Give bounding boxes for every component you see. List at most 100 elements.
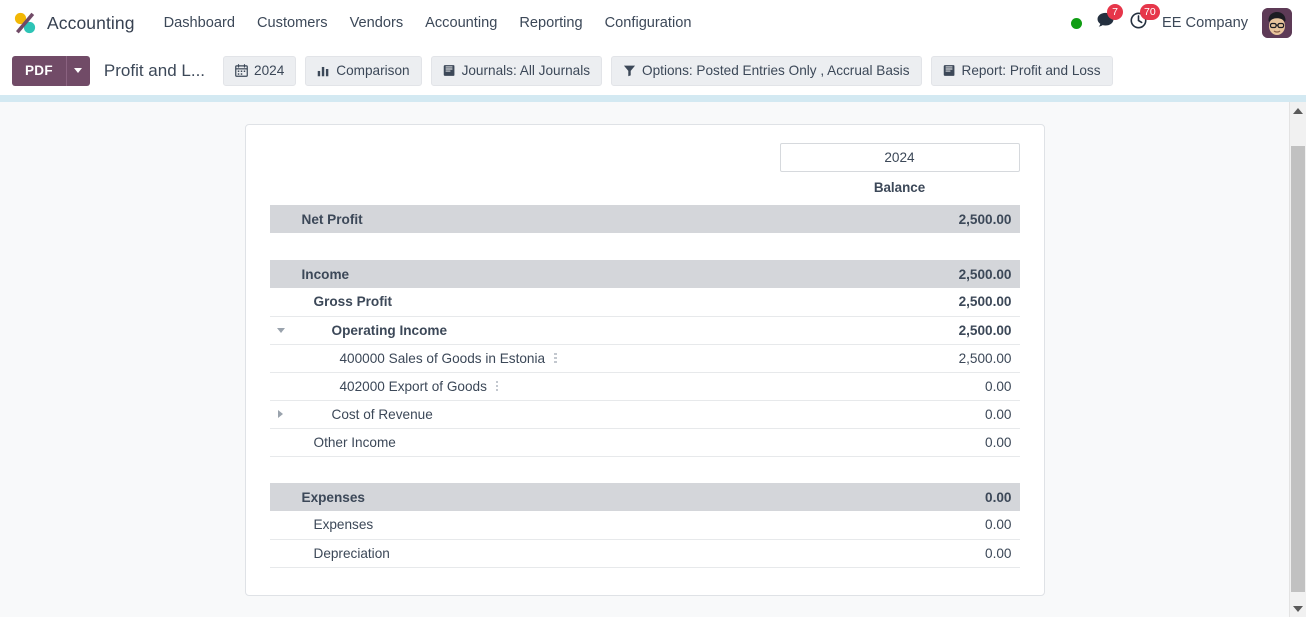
table-spacer-row (269, 233, 1020, 260)
table-head: 2024 Balance (270, 143, 1020, 205)
row-label-wrap: 402000 Export of Goods (270, 379, 780, 394)
empty-corner-cell-2 (270, 172, 780, 205)
options-filter-button[interactable]: Options: Posted Entries Only , Accrual B… (611, 55, 922, 86)
page-title: Profit and L... (103, 60, 206, 80)
row-label: Gross Profit (313, 294, 393, 310)
pdf-export-button[interactable]: PDF (12, 55, 66, 86)
row-label: Net Profit (301, 211, 363, 227)
row-balance-value: 0.00 (779, 400, 1020, 429)
scroll-down-arrow-icon[interactable] (1290, 600, 1306, 617)
row-label-cell: Depreciation (269, 539, 780, 568)
journals-filter-label: Journals: All Journals (461, 63, 591, 78)
row-label-wrap: Cost of Revenue (270, 407, 780, 422)
row-balance-value: 0.00 (779, 372, 1020, 401)
row-label-wrap: Other Income (270, 435, 780, 450)
journals-filter-button[interactable]: Journals: All Journals (430, 55, 603, 86)
date-filter-button[interactable]: 2024 (223, 55, 297, 86)
row-toggle-collapsed (270, 410, 292, 418)
table-row[interactable]: Cost of Revenue 0.00 (269, 400, 1020, 429)
row-label-cell: Net Profit (269, 205, 780, 233)
table-row[interactable]: Gross Profit 2,500.00 (269, 288, 1020, 317)
row-label: Expenses (313, 517, 374, 533)
period-header-cell: 2024 (779, 143, 1020, 172)
navbar-right-tools: 7 70 EE Company (1071, 4, 1294, 38)
comparison-filter-button[interactable]: Comparison (305, 55, 422, 86)
row-balance-value: 2,500.00 (779, 316, 1020, 345)
vertical-scrollbar[interactable] (1289, 102, 1306, 617)
menu-item-dashboard[interactable]: Dashboard (153, 9, 246, 37)
menu-item-configuration[interactable]: Configuration (594, 9, 703, 37)
table-row[interactable]: 402000 Export of Goods 0.00 (269, 372, 1020, 401)
row-toggle-expanded (270, 327, 292, 333)
filter-bar: 2024 Comparison Journals: All Journals O… (223, 55, 1113, 86)
scrollbar-track[interactable] (1290, 119, 1306, 600)
table-row[interactable]: Expenses 0.00 (269, 483, 1020, 511)
row-label-cell: Other Income (269, 428, 780, 457)
row-label-wrap: Expenses (270, 517, 780, 532)
pdf-export-group: PDF (12, 55, 90, 86)
balance-column-header: Balance (873, 180, 926, 195)
odoo-logo-icon[interactable] (12, 10, 38, 36)
row-label: Expenses (301, 489, 365, 505)
row-label-wrap: Gross Profit (270, 294, 780, 309)
row-label-wrap: Expenses (270, 490, 780, 505)
table-spacer-row (269, 456, 1020, 483)
row-label-cell: 400000 Sales of Goods in Estonia (269, 344, 780, 373)
row-balance-value: 2,500.00 (779, 260, 1020, 288)
activities-button[interactable]: 70 (1129, 4, 1160, 35)
company-switcher[interactable]: EE Company (1162, 15, 1248, 31)
date-filter-label: 2024 (254, 63, 285, 78)
scroll-up-arrow-icon[interactable] (1290, 102, 1306, 119)
row-label: Cost of Revenue (331, 406, 433, 422)
row-label: Other Income (313, 434, 396, 450)
menu-item-vendors[interactable]: Vendors (339, 9, 415, 37)
period-header-row: 2024 (270, 143, 1020, 172)
column-header-row: Balance (270, 172, 1020, 205)
brand-block[interactable]: Accounting (12, 10, 153, 36)
comparison-filter-label: Comparison (336, 63, 410, 78)
online-status-dot (1071, 17, 1083, 29)
row-label-wrap: Net Profit (270, 212, 780, 227)
table-row[interactable]: Net Profit 2,500.00 (269, 205, 1020, 233)
content-area: 2024 Balance Net Profit 2,500.00 Income 2,5… (0, 102, 1306, 617)
caret-right-icon[interactable] (278, 410, 283, 418)
row-label-wrap: Depreciation (270, 546, 780, 561)
book-icon (943, 64, 956, 77)
menu-item-accounting[interactable]: Accounting (414, 9, 508, 37)
activities-badge: 70 (1140, 4, 1160, 20)
table-row[interactable]: Income 2,500.00 (269, 260, 1020, 288)
row-label: 400000 Sales of Goods in Estonia (339, 350, 546, 366)
report-filter-button[interactable]: Report: Profit and Loss (930, 55, 1113, 86)
table-row[interactable]: Other Income 0.00 (269, 428, 1020, 457)
row-options-icon[interactable] (495, 380, 499, 392)
control-panel: PDF Profit and L... 2024 Comparison Jour… (0, 46, 1306, 95)
caret-down-icon[interactable] (276, 327, 285, 333)
period-selector[interactable]: 2024 (779, 143, 1020, 172)
table-row[interactable]: Expenses 0.00 (269, 511, 1020, 540)
empty-corner-cell (270, 143, 780, 172)
brand-name: Accounting (47, 12, 135, 33)
table-row[interactable]: 400000 Sales of Goods in Estonia 2,500.00 (269, 344, 1020, 373)
pdf-export-dropdown-button[interactable] (65, 55, 90, 86)
row-label-cell: Income (269, 260, 780, 288)
row-label-cell: Gross Profit (269, 288, 780, 317)
row-label-cell: Expenses (269, 511, 780, 540)
row-label: Operating Income (331, 322, 448, 338)
menu-item-reporting[interactable]: Reporting (508, 9, 593, 37)
row-balance-value: 0.00 (779, 428, 1020, 457)
row-options-icon[interactable] (554, 352, 557, 364)
menu-item-customers[interactable]: Customers (246, 9, 339, 37)
table-row[interactable]: Operating Income 2,500.00 (269, 316, 1020, 345)
spacer-cell (269, 456, 1020, 483)
messages-button[interactable]: 7 (1096, 4, 1124, 35)
report-scroll-area: 2024 Balance Net Profit 2,500.00 Income 2,5… (0, 102, 1289, 617)
scrollbar-thumb[interactable] (1291, 146, 1305, 592)
row-balance-value: 2,500.00 (779, 344, 1020, 373)
table-row[interactable]: Depreciation 0.00 (269, 539, 1020, 568)
row-label: Depreciation (313, 545, 390, 561)
profit-and-loss-table: 2024 Balance Net Profit 2,500.00 Income 2,5… (269, 143, 1020, 568)
bar-chart-icon (317, 64, 330, 77)
user-avatar-icon[interactable] (1262, 8, 1292, 38)
row-balance-value: 0.00 (779, 483, 1020, 511)
row-label-wrap: 400000 Sales of Goods in Estonia (270, 351, 780, 366)
